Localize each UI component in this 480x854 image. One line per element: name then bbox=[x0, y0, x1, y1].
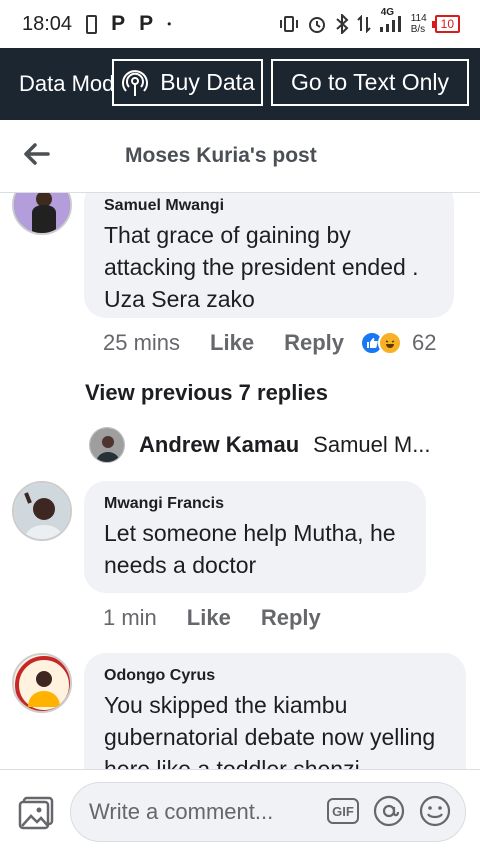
comment-text: That grace of gaining by attacking the p… bbox=[104, 222, 419, 312]
mention-icon[interactable] bbox=[373, 795, 405, 827]
data-transfer-icon bbox=[356, 15, 371, 33]
comment-author[interactable]: Odongo Cyrus bbox=[104, 667, 446, 685]
text-only-button[interactable]: Go to Text Only bbox=[271, 59, 469, 106]
comment-author[interactable]: Mwangi Francis bbox=[104, 495, 406, 513]
gif-icon[interactable]: GIF bbox=[327, 798, 359, 824]
more-notifications-icon: • bbox=[167, 17, 172, 31]
comment-time[interactable]: 1 min bbox=[103, 605, 157, 631]
app-notification-icon: P bbox=[111, 12, 126, 35]
like-button[interactable]: Like bbox=[187, 605, 231, 631]
comment-bubble[interactable]: Samuel Mwangi That grace of gaining by a… bbox=[84, 193, 454, 318]
alarm-icon bbox=[308, 17, 325, 33]
avatar[interactable] bbox=[89, 427, 125, 463]
avatar[interactable] bbox=[12, 481, 72, 541]
comment-bubble[interactable]: Odongo Cyrus You skipped the kiambu gube… bbox=[84, 653, 466, 769]
comment-input-container[interactable]: GIF bbox=[70, 782, 466, 842]
app-notification-icon: P bbox=[139, 12, 154, 35]
reaction-count: 62 bbox=[412, 330, 437, 355]
comment-input[interactable] bbox=[89, 799, 319, 825]
like-button[interactable]: Like bbox=[210, 330, 254, 356]
data-mode-label: Data Mode bbox=[19, 71, 112, 96]
vibrate-icon bbox=[279, 16, 298, 32]
broadcast-icon bbox=[122, 69, 149, 96]
phone-icon bbox=[86, 14, 98, 34]
comment-composer: GIF bbox=[0, 769, 480, 854]
text-only-label: Go to Text Only bbox=[290, 69, 450, 95]
reply-snippet: Samuel M... bbox=[313, 432, 431, 457]
comment-text: You skipped the kiambu gubernatorial deb… bbox=[104, 692, 436, 769]
emoji-icon[interactable] bbox=[419, 795, 451, 827]
comments-list: Samuel Mwangi That grace of gaining by a… bbox=[0, 193, 480, 769]
signal-icon: 4G bbox=[379, 7, 403, 33]
buy-data-label: Buy Data bbox=[160, 69, 255, 95]
avatar[interactable] bbox=[12, 193, 72, 235]
haha-reaction-icon bbox=[378, 331, 402, 355]
bluetooth-icon bbox=[336, 14, 349, 34]
data-mode-banner: Data Mode Buy Data Go to Text Only bbox=[0, 48, 480, 120]
comment-time[interactable]: 25 mins bbox=[103, 330, 180, 356]
network-type: 4G bbox=[380, 7, 395, 18]
avatar[interactable] bbox=[12, 653, 72, 713]
comment-meta: 25 mins Like Reply 62 bbox=[103, 330, 436, 356]
status-time: 18:04 bbox=[22, 12, 73, 35]
buy-data-button[interactable]: Buy Data bbox=[112, 59, 263, 106]
page-title: Moses Kuria's post bbox=[125, 144, 317, 167]
comment-author[interactable]: Samuel Mwangi bbox=[104, 197, 434, 215]
comment-meta: 1 min Like Reply bbox=[103, 605, 351, 631]
reply-preview[interactable]: Andrew Kamau Samuel M... bbox=[89, 427, 431, 463]
network-speed: 114 B/s bbox=[411, 13, 427, 35]
battery-icon: 10 bbox=[431, 15, 460, 33]
reply-author[interactable]: Andrew Kamau bbox=[139, 432, 299, 458]
view-previous-replies[interactable]: View previous 7 replies bbox=[85, 380, 328, 406]
comment-text: Let someone help Mutha, he needs a docto… bbox=[104, 520, 396, 578]
speed-unit: B/s bbox=[410, 24, 426, 35]
status-bar: 18:04 P P • 4G 114 B/s 10 bbox=[0, 0, 480, 48]
reply-button[interactable]: Reply bbox=[284, 330, 344, 356]
reply-button[interactable]: Reply bbox=[261, 605, 321, 631]
back-arrow-icon[interactable] bbox=[22, 140, 50, 168]
comment-bubble[interactable]: Mwangi Francis Let someone help Mutha, h… bbox=[84, 481, 426, 593]
speed-value: 114 bbox=[410, 13, 427, 24]
post-header: Moses Kuria's post bbox=[0, 120, 480, 193]
reactions-summary[interactable]: 62 bbox=[360, 330, 436, 356]
photo-icon[interactable] bbox=[18, 796, 54, 830]
